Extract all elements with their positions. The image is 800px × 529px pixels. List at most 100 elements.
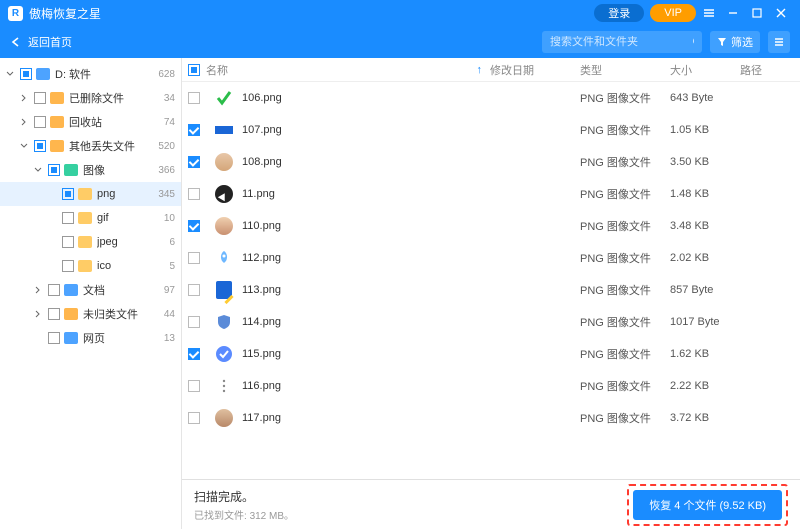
- table-row[interactable]: 112.pngPNG 图像文件2.02 KB: [182, 242, 800, 274]
- sort-asc-icon[interactable]: ↑: [477, 64, 483, 76]
- tree-item[interactable]: 文档97: [0, 278, 181, 302]
- file-thumbnail: [214, 216, 234, 236]
- search-box[interactable]: [542, 31, 702, 53]
- table-row[interactable]: 113.pngPNG 图像文件857 Byte: [182, 274, 800, 306]
- chevron-right-icon[interactable]: [18, 118, 30, 126]
- tree-checkbox[interactable]: [34, 116, 46, 128]
- tree-item[interactable]: 未归类文件44: [0, 302, 181, 326]
- select-all-checkbox[interactable]: [188, 64, 200, 76]
- table-row[interactable]: 108.pngPNG 图像文件3.50 KB: [182, 146, 800, 178]
- table-row[interactable]: 115.pngPNG 图像文件1.62 KB: [182, 338, 800, 370]
- file-size: 643 Byte: [670, 92, 740, 104]
- tree-count: 366: [158, 165, 175, 176]
- file-type: PNG 图像文件: [580, 282, 670, 298]
- tree-item[interactable]: 图像366: [0, 158, 181, 182]
- row-checkbox[interactable]: [188, 380, 200, 392]
- tree-label: 其他丢失文件: [69, 138, 158, 154]
- row-checkbox[interactable]: [188, 316, 200, 328]
- col-name[interactable]: 名称: [206, 62, 228, 78]
- minimize-icon[interactable]: [722, 4, 744, 22]
- back-button[interactable]: 返回首页: [10, 34, 72, 50]
- file-thumbnail: [214, 248, 234, 268]
- menu-icon[interactable]: [698, 4, 720, 22]
- row-checkbox[interactable]: [188, 252, 200, 264]
- chevron-down-icon[interactable]: [4, 70, 16, 78]
- search-input[interactable]: [550, 36, 692, 48]
- table-row[interactable]: 106.pngPNG 图像文件643 Byte: [182, 82, 800, 114]
- tree-checkbox[interactable]: [48, 332, 60, 344]
- tree-checkbox[interactable]: [34, 140, 46, 152]
- recover-button[interactable]: 恢复 4 个文件 (9.52 KB): [633, 490, 782, 520]
- footer: 扫描完成。 已找到文件: 312 MB。 恢复 4 个文件 (9.52 KB): [182, 479, 800, 529]
- tree-item[interactable]: 回收站74: [0, 110, 181, 134]
- tree-checkbox[interactable]: [62, 236, 74, 248]
- chevron-right-icon[interactable]: [18, 94, 30, 102]
- file-size: 2.02 KB: [670, 252, 740, 264]
- maximize-icon[interactable]: [746, 4, 768, 22]
- tree-item[interactable]: jpeg6: [0, 230, 181, 254]
- tree-count: 6: [169, 237, 175, 248]
- view-list-button[interactable]: [768, 31, 790, 53]
- file-name: 113.png: [242, 284, 490, 296]
- tree-item[interactable]: gif10: [0, 206, 181, 230]
- file-thumbnail: [214, 312, 234, 332]
- tree-count: 97: [164, 285, 175, 296]
- tree-checkbox[interactable]: [34, 92, 46, 104]
- row-checkbox[interactable]: [188, 348, 200, 360]
- file-size: 2.22 KB: [670, 380, 740, 392]
- tree-label: 已删除文件: [69, 90, 164, 106]
- row-checkbox[interactable]: [188, 412, 200, 424]
- tree-item[interactable]: 其他丢失文件520: [0, 134, 181, 158]
- file-type: PNG 图像文件: [580, 218, 670, 234]
- row-checkbox[interactable]: [188, 220, 200, 232]
- table-row[interactable]: 107.pngPNG 图像文件1.05 KB: [182, 114, 800, 146]
- chevron-right-icon[interactable]: [32, 286, 44, 294]
- row-checkbox[interactable]: [188, 188, 200, 200]
- row-checkbox[interactable]: [188, 92, 200, 104]
- filter-button[interactable]: 筛选: [710, 31, 760, 53]
- chevron-down-icon[interactable]: [18, 142, 30, 150]
- table-row[interactable]: 114.pngPNG 图像文件1017 Byte: [182, 306, 800, 338]
- tree-checkbox[interactable]: [48, 308, 60, 320]
- login-button[interactable]: 登录: [594, 4, 644, 22]
- col-type[interactable]: 类型: [580, 65, 602, 77]
- folder-icon: [64, 164, 78, 176]
- tree-checkbox[interactable]: [48, 164, 60, 176]
- tree-item[interactable]: png345: [0, 182, 181, 206]
- content: 名称 ↑ 修改日期 类型 大小 路径 106.pngPNG 图像文件643 By…: [182, 58, 800, 529]
- row-checkbox[interactable]: [188, 284, 200, 296]
- col-date[interactable]: 修改日期: [490, 65, 534, 77]
- tree-checkbox[interactable]: [62, 188, 74, 200]
- table-row[interactable]: 110.pngPNG 图像文件3.48 KB: [182, 210, 800, 242]
- file-size: 1.62 KB: [670, 348, 740, 360]
- tree-item[interactable]: 已删除文件34: [0, 86, 181, 110]
- table-row[interactable]: 11.pngPNG 图像文件1.48 KB: [182, 178, 800, 210]
- file-size: 3.50 KB: [670, 156, 740, 168]
- tree-label: D: 软件: [55, 66, 158, 82]
- file-thumbnail: [214, 280, 234, 300]
- vip-button[interactable]: VIP: [650, 4, 696, 22]
- list-icon: [773, 36, 785, 48]
- tree-checkbox[interactable]: [20, 68, 32, 80]
- chevron-down-icon[interactable]: [32, 166, 44, 174]
- file-size: 1017 Byte: [670, 316, 740, 328]
- table-row[interactable]: 116.pngPNG 图像文件2.22 KB: [182, 370, 800, 402]
- chevron-right-icon[interactable]: [32, 310, 44, 318]
- tree-checkbox[interactable]: [62, 260, 74, 272]
- table-row[interactable]: 117.pngPNG 图像文件3.72 KB: [182, 402, 800, 434]
- tree-item[interactable]: 网页13: [0, 326, 181, 350]
- col-path[interactable]: 路径: [740, 65, 762, 77]
- file-type: PNG 图像文件: [580, 250, 670, 266]
- col-size[interactable]: 大小: [670, 65, 692, 77]
- row-checkbox[interactable]: [188, 156, 200, 168]
- file-list: 106.pngPNG 图像文件643 Byte107.pngPNG 图像文件1.…: [182, 82, 800, 479]
- tree-item[interactable]: D: 软件628: [0, 62, 181, 86]
- close-icon[interactable]: [770, 4, 792, 22]
- folder-icon: [78, 260, 92, 272]
- folder-icon: [78, 212, 92, 224]
- file-thumbnail: [214, 408, 234, 428]
- row-checkbox[interactable]: [188, 124, 200, 136]
- tree-checkbox[interactable]: [62, 212, 74, 224]
- tree-item[interactable]: ico5: [0, 254, 181, 278]
- tree-checkbox[interactable]: [48, 284, 60, 296]
